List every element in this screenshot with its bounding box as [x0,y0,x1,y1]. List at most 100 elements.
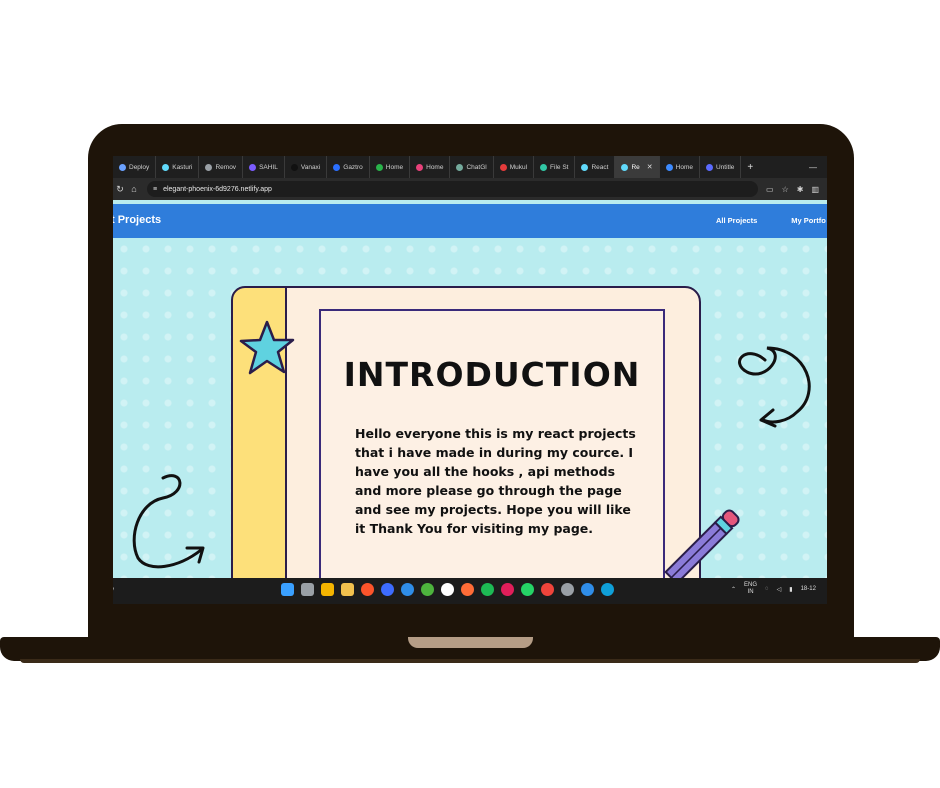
cast-icon[interactable]: ▭ [766,185,774,194]
browser-tab-bar: Deploy Kasturi Remov SAHIL Vanaxi Gaztro Home H… [113,156,827,178]
spotify-icon[interactable] [481,583,494,596]
pencil-icon [664,509,740,578]
site-navbar: t Projects All Projects My Portfo [113,204,827,238]
tray-overflow-icon[interactable]: ⌃ [731,586,736,593]
taskbar-icons [281,583,614,596]
laptop-notch [408,637,533,648]
browser-tab[interactable]: Re ✕ [615,156,660,178]
browser-tab[interactable]: SAHIL [243,156,285,178]
brave-icon[interactable] [361,583,374,596]
tab-favicon-icon [416,163,424,171]
file-explorer-icon[interactable] [301,583,314,596]
browser-tab[interactable]: React [575,156,616,178]
slack-icon[interactable] [501,583,514,596]
clock[interactable]: 18-12 [801,586,816,592]
tab-favicon-icon [581,163,589,171]
settings-icon[interactable] [561,583,574,596]
browser-tab[interactable]: ChatGl [450,156,494,178]
tab-label: Untitle [715,163,735,171]
anydesk-icon[interactable] [541,583,554,596]
os-taskbar: y ⌃ ENG IN ◌ ◁ ▮ 18-12 [113,578,827,604]
battery-icon[interactable]: ▮ [789,586,792,593]
minimize-button[interactable]: — [809,163,827,172]
browser-tab[interactable]: Vanaxi [285,156,328,178]
laptop-screen: Deploy Kasturi Remov SAHIL Vanaxi Gaztro Home H… [113,156,827,604]
page-body: INTRODUCTION Hello everyone this is my r… [113,238,827,578]
browser-tab[interactable]: Home [410,156,451,178]
app2-icon[interactable] [441,583,454,596]
tab-favicon-icon [205,163,213,171]
browser-tab[interactable]: Kasturi [156,156,200,178]
tab-favicon-icon [162,163,170,171]
edge-icon[interactable] [601,583,614,596]
tab-label: Kasturi [172,163,193,171]
browser-tab[interactable]: Deploy [113,156,157,178]
tab-close-icon[interactable]: ✕ [647,163,653,171]
mongodb-icon[interactable] [421,583,434,596]
tab-favicon-icon [621,163,629,171]
intro-title: INTRODUCTION [343,355,641,394]
nav-link-my-portfolio[interactable]: My Portfo [791,216,826,225]
tab-label: React [591,163,609,171]
sidebar-icon[interactable]: ▥ [811,185,819,194]
app3-icon[interactable] [581,583,594,596]
language-code: ENG [744,582,758,588]
home-icon[interactable]: ⌂ [127,184,141,194]
chrome-icon[interactable] [321,583,334,596]
browser-address-bar: ↻ ⌂ ≡ elegant-phoenix-6d9276.netlify.app… [113,178,827,200]
language-indicator[interactable]: ENG IN [744,582,757,596]
tab-favicon-icon [456,163,464,171]
tab-label: Home [426,163,444,171]
reload-icon[interactable]: ↻ [113,184,127,195]
url-text: elegant-phoenix-6d9276.netlify.app [163,185,272,193]
tab-favicon-icon [665,163,673,171]
laptop-base-shadow [20,659,920,663]
volume-icon[interactable]: ◁ [777,586,782,593]
bookmark-star-icon[interactable]: ☆ [782,185,789,194]
browser-tab[interactable]: Untitle [700,156,742,178]
swirl-arrow-left-icon [132,474,205,569]
system-tray: ⌃ ENG IN ◌ ◁ ▮ 18-12 [731,582,816,596]
tab-label: Re [631,163,640,171]
nav-link-all-projects[interactable]: All Projects [716,216,757,225]
extensions-icon[interactable]: ✱ [797,185,804,194]
vscode-icon[interactable] [401,583,414,596]
windows-start-icon[interactable] [281,583,294,596]
tab-favicon-icon [249,163,257,171]
tab-favicon-icon [290,163,298,171]
folder-icon[interactable] [341,583,354,596]
tab-favicon-icon [119,163,126,171]
tab-label: File St [550,163,569,171]
taskbar-left-text: y [113,587,114,593]
browser-tab[interactable]: Home [370,156,411,178]
tab-favicon-icon [499,163,507,171]
tab-favicon-icon [375,163,383,171]
browser-tab[interactable]: File St [534,156,576,178]
tab-label: Deploy [129,163,150,171]
tab-label: Gaztro [343,163,363,171]
browser-tab[interactable]: Home [660,156,700,178]
tab-favicon-icon [705,163,713,171]
tab-favicon-icon [540,163,548,171]
region-code: IN [747,589,754,595]
browser-tab[interactable]: Mukul [494,156,535,178]
tab-label: Remov [215,163,237,171]
browser-tab[interactable]: Gaztro [327,156,370,178]
new-tab-button[interactable]: + [741,162,759,173]
tab-favicon-icon [333,163,341,171]
site-brand[interactable]: t Projects [113,214,161,226]
intro-panel: INTRODUCTION Hello everyone this is my r… [319,309,665,578]
swirl-arrow-right-icon [738,346,811,428]
tab-label: Home [385,163,404,171]
intro-text: Hello everyone this is my react projects… [355,426,636,536]
postman-icon[interactable] [461,583,474,596]
tab-label: ChatGl [466,163,487,171]
url-field[interactable]: ≡ elegant-phoenix-6d9276.netlify.app [147,181,758,197]
browser-tab[interactable]: Remov [199,156,244,178]
site-settings-icon[interactable]: ≡ [153,186,157,193]
tab-label: SAHIL [259,163,278,171]
wifi-icon[interactable]: ◌ [765,586,769,592]
app-icon[interactable] [381,583,394,596]
tab-label: Home [675,163,693,171]
whatsapp-icon[interactable] [521,583,534,596]
